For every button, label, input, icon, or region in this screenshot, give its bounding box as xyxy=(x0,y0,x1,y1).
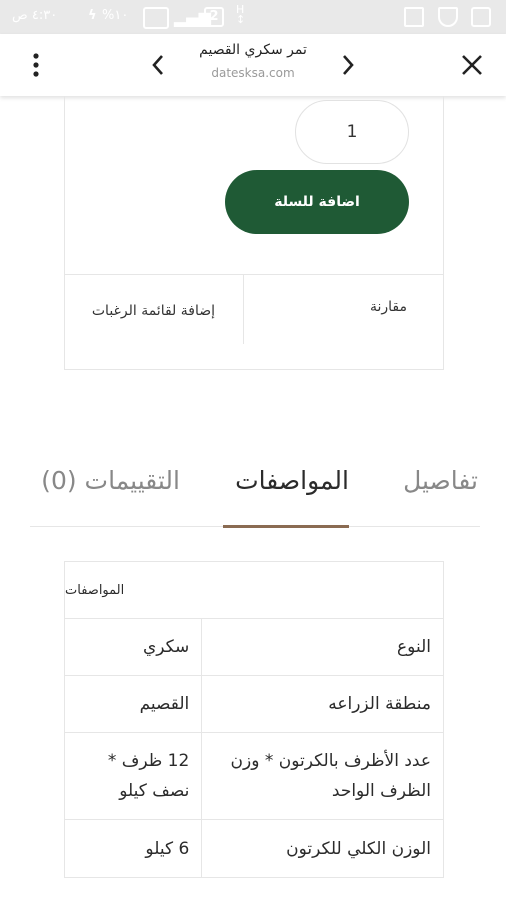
wifi-icon xyxy=(404,7,424,27)
spec-label: منطقة الزراعه xyxy=(201,676,443,732)
spec-value: القصيم xyxy=(139,694,190,714)
active-tab-indicator xyxy=(223,525,349,528)
spec-label: عدد الأظرف بالكرتون * وزن الظرف الواحد xyxy=(201,733,443,819)
status-bar: ٤:٣٠ ص %١٠ ϟ ▂▄▆ 2 H ↕ xyxy=(0,0,506,34)
image-icon xyxy=(471,7,491,27)
card-divider xyxy=(65,274,443,275)
tab-specifications[interactable]: المواصفات xyxy=(235,466,349,495)
table-row: منطقة الزراعه القصيم xyxy=(65,676,443,733)
close-icon[interactable] xyxy=(450,34,494,96)
forward-icon[interactable] xyxy=(326,34,370,96)
specs-heading: المواصفات xyxy=(65,562,443,619)
battery-level: %١٠ xyxy=(102,8,129,23)
spec-value: 6 كيلو xyxy=(145,838,190,859)
sim-slot-icon: 2 xyxy=(204,7,224,27)
table-row: النوع سكري xyxy=(65,619,443,676)
quantity-input[interactable] xyxy=(295,100,409,164)
spec-value: سكري xyxy=(142,637,190,657)
shield-icon xyxy=(438,7,458,27)
page-title: تمر سكري القصيم xyxy=(199,42,307,58)
table-row: عدد الأظرف بالكرتون * وزن الظرف الواحد 1… xyxy=(65,733,443,820)
specs-table: المواصفات النوع سكري منطقة الزراعه القصي… xyxy=(64,561,444,878)
table-row: الوزن الكلي للكرتون 6 كيلو xyxy=(65,820,443,877)
data-indicator-icon: H ↕ xyxy=(236,3,246,26)
tab-reviews[interactable]: التقييمات (0) xyxy=(41,466,180,495)
spec-value: 12 ظرف * نصف كيلو xyxy=(107,751,190,801)
card-vertical-divider xyxy=(243,274,244,344)
browser-toolbar: تمر سكري القصيم datesksa.com xyxy=(0,34,506,96)
product-tabs: تفاصيل المواصفات التقييمات (0) xyxy=(0,466,506,528)
product-card: اضافة للسلة مقارنة إضافة لقائمة الرغبات xyxy=(64,96,444,370)
wishlist-link[interactable]: إضافة لقائمة الرغبات xyxy=(85,299,215,323)
charging-icon: ϟ xyxy=(88,8,97,23)
back-icon[interactable] xyxy=(136,34,180,96)
spec-label: النوع xyxy=(201,619,443,675)
signal-icon xyxy=(143,7,169,29)
add-to-cart-button[interactable]: اضافة للسلة xyxy=(225,170,409,234)
compare-link[interactable]: مقارنة xyxy=(245,299,407,315)
spec-label: الوزن الكلي للكرتون xyxy=(201,820,443,877)
status-time: ٤:٣٠ ص xyxy=(12,8,58,23)
more-vert-icon[interactable] xyxy=(14,34,58,96)
page-domain: datesksa.com xyxy=(211,66,295,80)
tab-details[interactable]: تفاصيل xyxy=(403,466,478,495)
